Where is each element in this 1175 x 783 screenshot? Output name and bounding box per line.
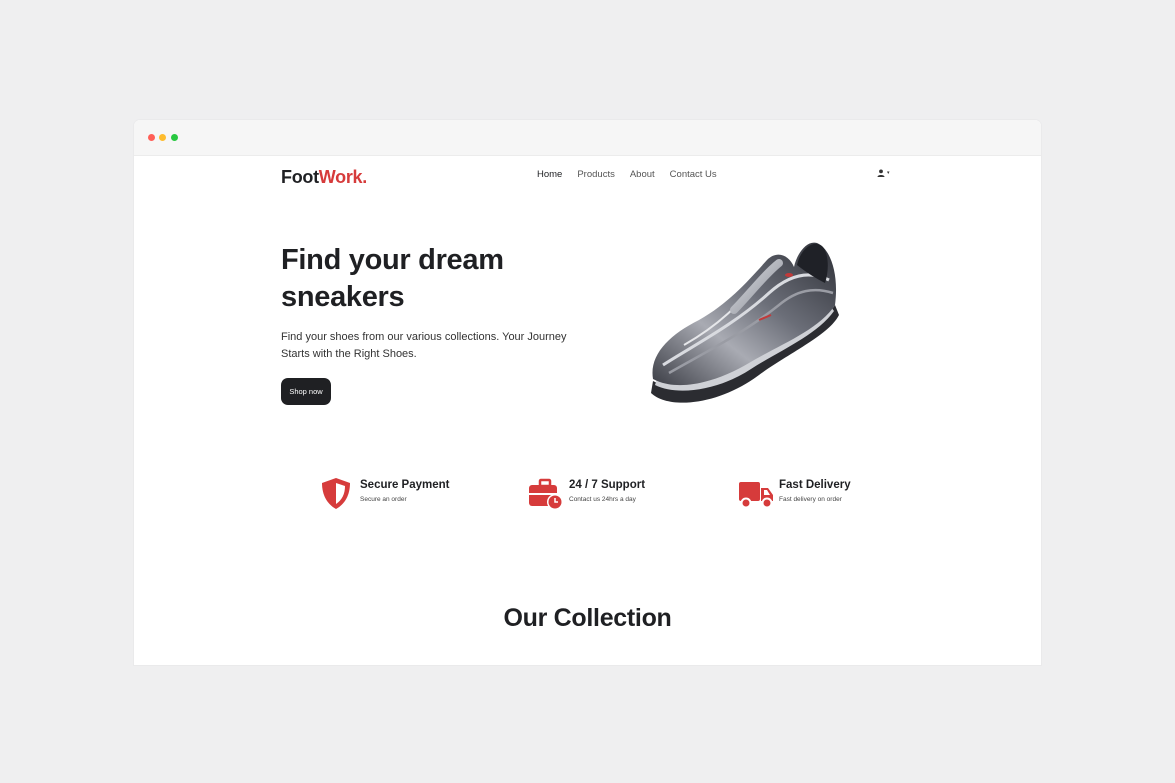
nav-products[interactable]: Products [577, 169, 615, 180]
user-icon [877, 169, 885, 177]
truck-icon [739, 482, 773, 509]
user-menu-button[interactable]: ▾ [877, 169, 890, 177]
brand-logo-part1: Foot [281, 167, 319, 187]
close-window-button[interactable] [148, 134, 155, 141]
feature-secure-payment: Secure Payment Secure an order [318, 475, 450, 511]
shop-now-button[interactable]: Shop now [281, 378, 331, 405]
maximize-window-button[interactable] [171, 134, 178, 141]
feature-title: 24 / 7 Support [569, 479, 646, 491]
brand-logo-part2: Work. [318, 167, 367, 187]
main-nav: Home Products About Contact Us [537, 169, 717, 180]
briefcase-clock-icon [529, 478, 563, 510]
feature-subtitle: Contact us 24hrs a day [569, 496, 636, 503]
brand-logo[interactable]: FootWork. [281, 167, 367, 188]
shield-icon [322, 478, 350, 509]
feature-subtitle: Fast delivery on order [779, 496, 842, 503]
hero-title: Find your dream sneakers [281, 244, 504, 313]
feature-support: 24 / 7 Support Contact us 24hrs a day [527, 475, 645, 511]
nav-about[interactable]: About [630, 169, 655, 180]
browser-window: FootWork. Home Products About Contact Us… [134, 120, 1041, 665]
chevron-down-icon: ▾ [887, 170, 890, 176]
feature-fast-delivery: Fast Delivery Fast delivery on order [737, 475, 851, 511]
sneaker-image [651, 242, 839, 403]
feature-title: Secure Payment [360, 479, 450, 491]
feature-subtitle: Secure an order [360, 496, 407, 503]
section-title-collection: Our Collection [503, 604, 672, 632]
window-titlebar [134, 120, 1041, 156]
hero-description: Find your shoes from our various collect… [281, 331, 567, 360]
nav-home[interactable]: Home [537, 169, 562, 180]
feature-title: Fast Delivery [779, 479, 851, 491]
nav-contact-us[interactable]: Contact Us [670, 169, 717, 180]
minimize-window-button[interactable] [159, 134, 166, 141]
